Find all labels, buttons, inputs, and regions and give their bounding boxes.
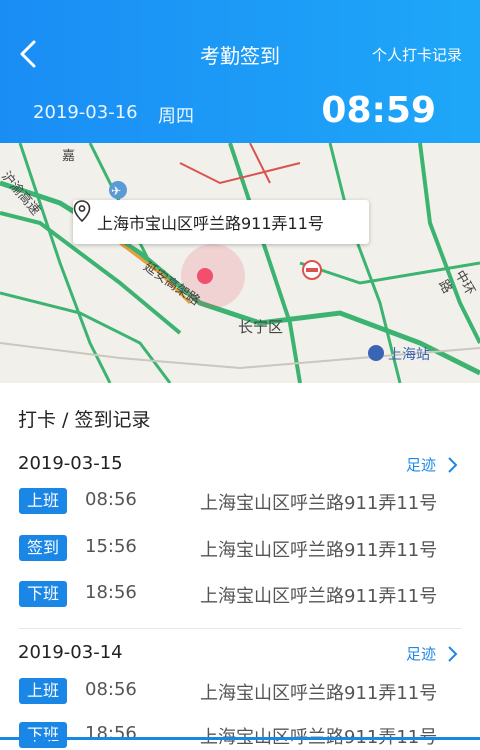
record-time: 15:56 [85, 536, 137, 557]
map-label-partial: 嘉 [62, 149, 76, 164]
record-row: 下班 18:56 上海宝山区呼兰路911弄11号 [0, 720, 480, 750]
record-type-badge: 下班 [19, 722, 67, 748]
record-address: 上海宝山区呼兰路911弄11号 [200, 683, 438, 704]
record-time: 18:56 [85, 582, 137, 603]
record-type-badge: 签到 [19, 535, 67, 561]
group-date: 2019-03-15 [18, 453, 123, 474]
record-address: 上海宝山区呼兰路911弄11号 [200, 493, 438, 514]
map-view[interactable]: ✈ 上海市宝山区呼兰路911弄11号 长宁区 延安高架路 沪渝高速 中环路 嘉 … [0, 143, 480, 383]
current-weekday: 周四 [158, 106, 194, 127]
track-link[interactable]: 足迹 [406, 643, 462, 664]
airport-icon: ✈ [109, 181, 127, 199]
record-address: 上海宝山区呼兰路911弄11号 [200, 586, 438, 607]
map-label-station: 上海站 [388, 347, 430, 363]
records-title: 打卡 / 签到记录 [18, 409, 151, 431]
track-label: 足迹 [405, 645, 436, 663]
record-type-badge: 上班 [19, 488, 67, 514]
chevron-right-icon [448, 456, 458, 473]
current-time: 08:59 [321, 90, 436, 131]
chevron-right-icon [448, 645, 458, 662]
map-label-district: 长宁区 [238, 318, 284, 336]
track-link[interactable]: 足迹 [406, 454, 462, 475]
current-date: 2019-03-16 [33, 102, 138, 123]
no-entry-icon [302, 260, 322, 280]
record-group: 2019-03-14 足迹 上班 08:56 上海宝山区呼兰路911弄11号 下… [0, 640, 480, 748]
svg-text:✈: ✈ [111, 184, 121, 198]
track-label: 足迹 [405, 456, 436, 474]
record-time: 08:56 [85, 489, 137, 510]
record-time: 08:56 [85, 679, 137, 700]
header-bar: 考勤签到 个人打卡记录 2019-03-16 周四 08:59 [0, 0, 480, 143]
record-address: 上海宝山区呼兰路911弄11号 [200, 727, 438, 748]
record-type-badge: 下班 [19, 581, 67, 607]
record-row: 上班 08:56 上海宝山区呼兰路911弄11号 [0, 486, 480, 516]
record-address: 上海宝山区呼兰路911弄11号 [200, 540, 438, 561]
group-date: 2019-03-14 [18, 642, 123, 663]
station-icon [368, 345, 384, 361]
record-row: 签到 15:56 上海宝山区呼兰路911弄11号 [0, 533, 480, 563]
record-row: 上班 08:56 上海宝山区呼兰路911弄11号 [0, 676, 480, 706]
record-row: 下班 18:56 上海宝山区呼兰路911弄11号 [0, 579, 480, 609]
location-text: 上海市宝山区呼兰路911弄11号 [97, 214, 324, 233]
record-type-badge: 上班 [19, 678, 67, 704]
group-divider [18, 628, 462, 629]
record-group: 2019-03-15 足迹 上班 08:56 上海宝山区呼兰路911弄11号 签… [0, 450, 480, 630]
personal-record-link[interactable]: 个人打卡记录 [372, 44, 462, 65]
record-time: 18:56 [85, 723, 137, 744]
location-pin-icon [73, 200, 91, 222]
location-card: 上海市宝山区呼兰路911弄11号 [73, 200, 369, 244]
